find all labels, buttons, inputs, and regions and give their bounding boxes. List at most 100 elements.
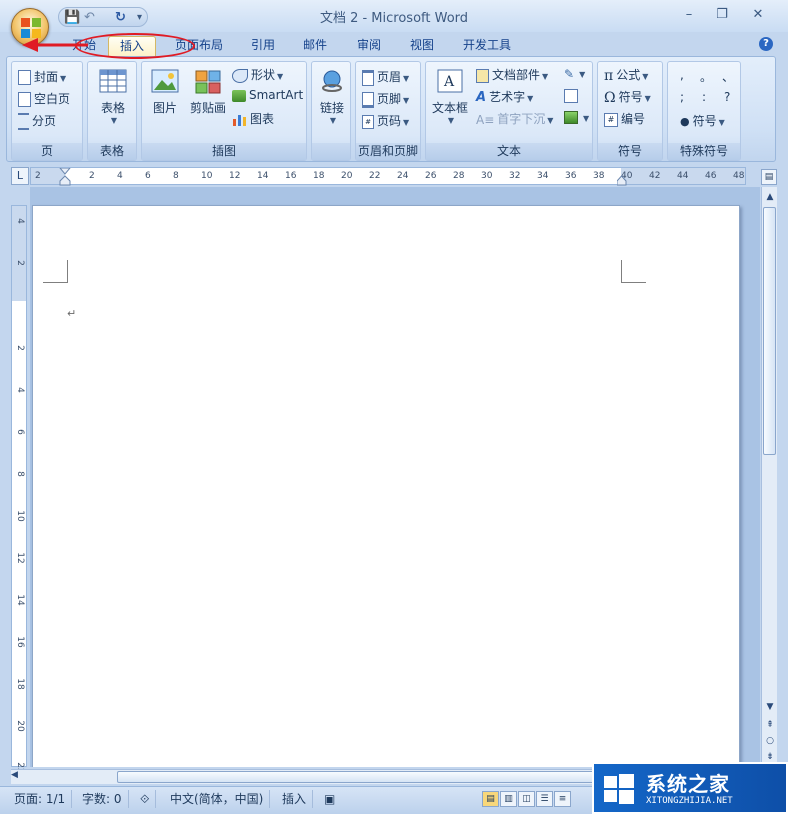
tab-view[interactable]: 视图 (405, 36, 439, 56)
date-time-button[interactable] (564, 88, 581, 103)
ruler-number: 10 (15, 510, 25, 522)
full-screen-reading-icon[interactable]: ▥ (500, 791, 517, 807)
customize-qat-icon[interactable]: ▾ (137, 10, 142, 25)
dropcap-button[interactable]: A≡ 首字下沉 ▼ (476, 110, 553, 127)
redo-icon[interactable]: ↻ (115, 10, 126, 25)
group-label-pages: 页 (12, 143, 82, 160)
table-button[interactable]: 表格 ▼ (96, 68, 130, 125)
cover-page-button[interactable]: 封面 ▼ (18, 68, 66, 85)
link-icon (322, 70, 342, 92)
tab-developer[interactable]: 开发工具 (458, 36, 516, 56)
ruler-number: 20 (341, 171, 353, 181)
status-language[interactable]: 中文(简体，中国) (164, 790, 271, 808)
macro-record-icon[interactable]: ▣ (318, 790, 341, 808)
special-symbol-button[interactable]: ● 符号 ▼ (680, 112, 725, 129)
scroll-left-icon[interactable]: ◀ (11, 770, 18, 780)
ruler-number: 12 (15, 552, 25, 564)
tab-mailings[interactable]: 邮件 (298, 36, 332, 56)
shapes-button[interactable]: 形状 ▼ (232, 66, 283, 83)
group-tables: 表格 ▼ 表格 (87, 61, 137, 161)
proofing-icon[interactable]: ⟐ (134, 790, 157, 808)
scroll-up-icon[interactable]: ▲ (762, 189, 778, 205)
print-layout-view-icon[interactable]: ▤ (482, 791, 499, 807)
office-logo-icon (21, 18, 41, 38)
ruler-number: 22 (369, 171, 381, 181)
web-layout-icon[interactable]: ◫ (518, 791, 535, 807)
tab-references[interactable]: 引用 (246, 36, 280, 56)
footer-button[interactable]: 页脚 ▼ (362, 90, 409, 108)
ruler-number: 8 (173, 171, 179, 181)
outline-view-icon[interactable]: ☰ (536, 791, 553, 807)
chart-icon (233, 115, 246, 126)
page-break-button[interactable]: 分页 (18, 112, 56, 130)
smartart-icon (232, 89, 246, 102)
numbering-button[interactable]: # 编号 (604, 110, 645, 127)
close-button[interactable]: ✕ (745, 6, 771, 24)
group-links: 链接 ▼ (311, 61, 351, 161)
object-icon (564, 111, 578, 124)
status-insert-mode[interactable]: 插入 (276, 790, 314, 808)
picture-button[interactable]: 图片 (148, 68, 182, 116)
textbox-button[interactable]: A 文本框 ▼ (430, 68, 470, 125)
ruler-number: 38 (593, 171, 605, 181)
ruler-number: 4 (15, 218, 25, 224)
cover-page-icon (18, 70, 31, 85)
wordart-button[interactable]: A 艺术字 ▼ (476, 88, 533, 105)
ruler-number: 34 (537, 171, 549, 181)
ruler-number: 4 (117, 171, 123, 181)
vertical-ruler[interactable]: 4 2 2 4 6 8 10 12 14 16 18 20 22 (11, 205, 27, 774)
smartart-button[interactable]: SmartArt (232, 88, 303, 102)
horizontal-ruler[interactable]: 2 2 4 6 8 10 12 14 16 18 20 22 24 26 28 30 32 34 36 38 40 42 4… (30, 167, 746, 186)
undo-icon[interactable]: ↶ (84, 10, 95, 25)
right-indent-marker-icon[interactable] (617, 174, 627, 186)
pi-icon: π (604, 67, 614, 84)
scroll-down-icon[interactable]: ▼ (762, 699, 778, 715)
tab-selector[interactable]: L (11, 167, 29, 185)
textbox-icon: A (437, 69, 463, 93)
quick-parts-button[interactable]: 文档部件 ▼ (476, 66, 548, 83)
draft-view-icon[interactable]: ≡ (554, 791, 571, 807)
status-page[interactable]: 页面: 1/1 (8, 790, 73, 808)
help-icon[interactable]: ? (759, 37, 773, 51)
special-char-comma[interactable]: , (680, 68, 684, 82)
indent-marker-icon[interactable] (59, 168, 71, 186)
watermark-logo: 系统之家 XITONGZHIJIA.NET (592, 762, 788, 814)
view-ruler-icon[interactable]: ▤ (761, 169, 777, 185)
minimize-button[interactable]: – (676, 6, 702, 24)
header-button[interactable]: 页眉 ▼ (362, 68, 409, 86)
previous-page-icon[interactable]: ⇞ (762, 717, 778, 733)
ruler-number: 2 (35, 171, 41, 181)
wordart-icon: A (476, 90, 487, 105)
chart-button[interactable]: 图表 (232, 110, 274, 127)
horizontal-scroll-thumb[interactable] (117, 771, 607, 783)
equation-button[interactable]: π 公式 ▼ (604, 66, 648, 84)
ruler-number: 16 (15, 636, 25, 648)
restore-button[interactable]: ❐ (709, 6, 735, 24)
blank-page-button[interactable]: 空白页 (18, 90, 70, 107)
tab-review[interactable]: 审阅 (352, 36, 386, 56)
page-number-button[interactable]: # 页码 ▼ (362, 112, 409, 129)
vertical-scrollbar[interactable]: ▲ ▼ ⇞ ○ ⇟ (761, 187, 777, 767)
watermark-text: 系统之家 (646, 772, 730, 796)
group-special-symbols: , 。 、 ; : ? ● 符号 ▼ 特殊符号 (667, 61, 741, 161)
ruler-number: 8 (15, 471, 25, 477)
save-icon[interactable]: 💾 (64, 10, 80, 25)
clipart-button[interactable]: 剪贴画 (188, 68, 228, 116)
link-button[interactable]: 链接 ▼ (316, 68, 348, 125)
status-word-count[interactable]: 字数: 0 (76, 790, 129, 808)
vertical-scroll-thumb[interactable] (763, 207, 776, 455)
special-char-semicolon[interactable]: ; (680, 90, 684, 104)
group-label-links (312, 143, 350, 160)
special-char-question[interactable]: ? (724, 90, 730, 104)
special-char-colon[interactable]: : (702, 90, 706, 104)
document-page[interactable]: ↵ (32, 205, 740, 767)
special-char-enum-comma[interactable]: 、 (722, 68, 734, 85)
browse-object-icon[interactable]: ○ (762, 733, 778, 749)
special-char-period[interactable]: 。 (700, 68, 712, 85)
signature-line-button[interactable]: ✎ ▼ (564, 66, 585, 81)
group-text: A 文本框 ▼ 文档部件 ▼ A 艺术字 ▼ A≡ 首字下沉 ▼ ✎ ▼ ▼ 文本 (425, 61, 593, 161)
object-button[interactable]: ▼ (564, 110, 589, 124)
ruler-number: 20 (15, 720, 25, 732)
symbol-button[interactable]: Ω 符号 ▼ (604, 88, 651, 106)
clipart-icon (195, 70, 221, 94)
